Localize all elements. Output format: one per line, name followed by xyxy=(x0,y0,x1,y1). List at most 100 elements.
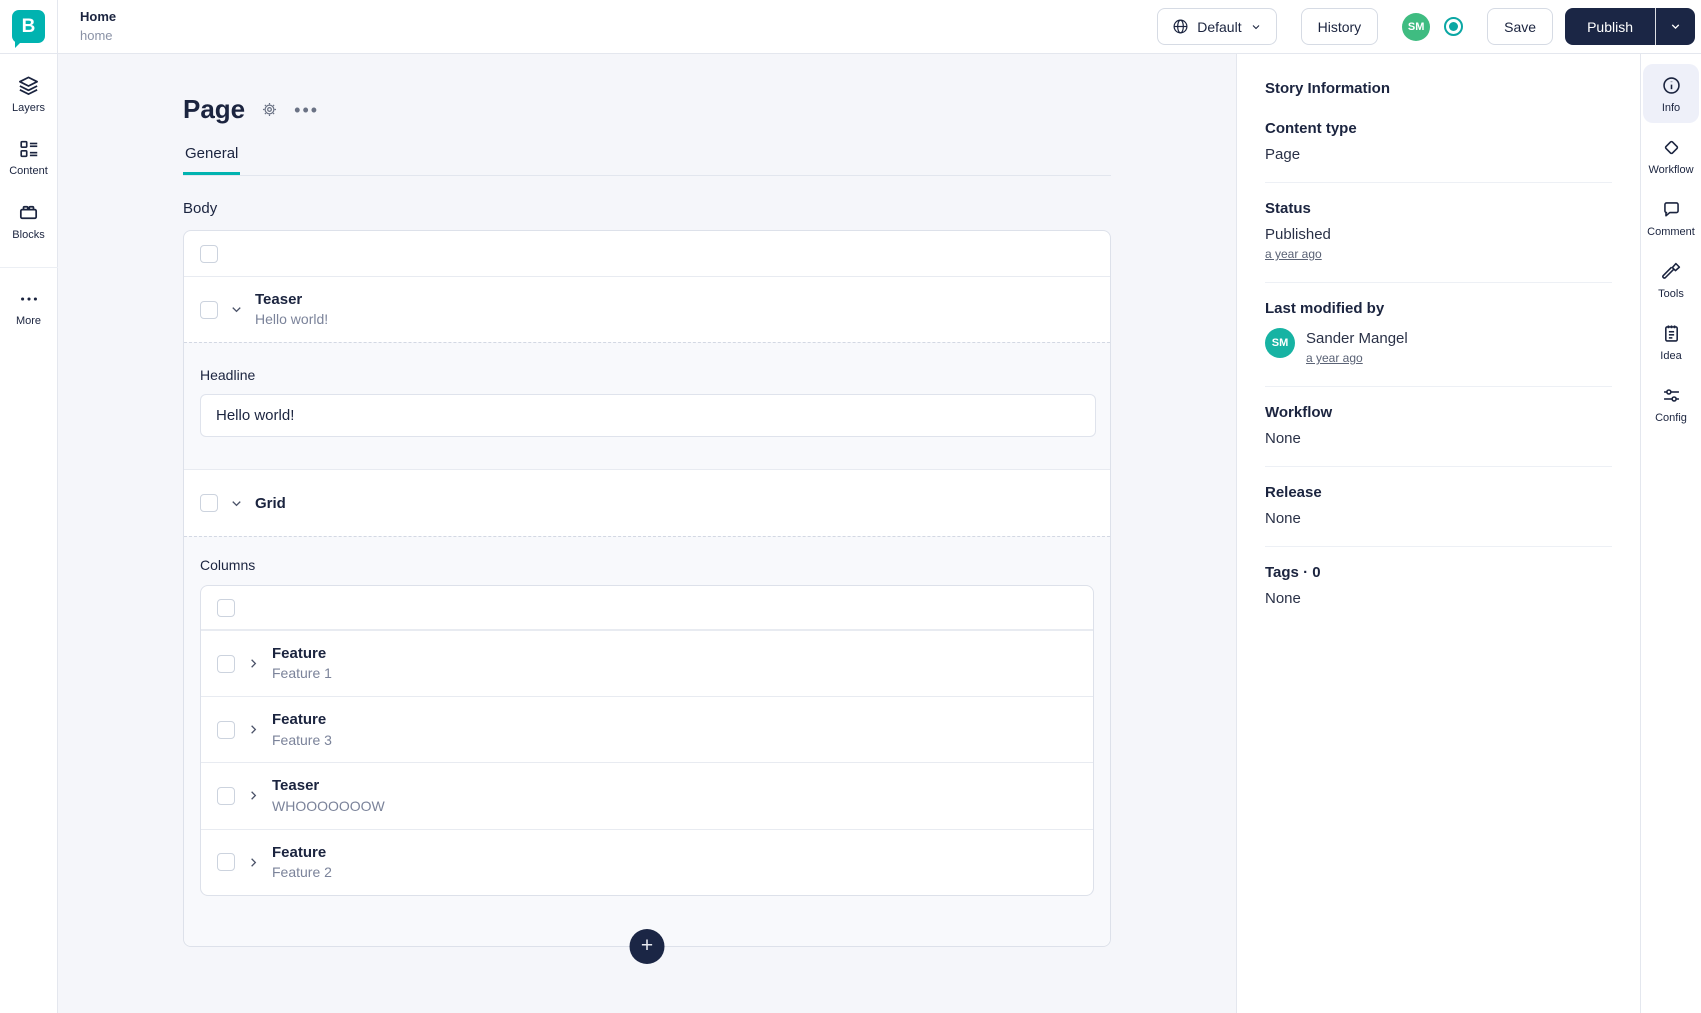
idea-icon xyxy=(1661,323,1682,344)
sidebar-item-layers[interactable]: Layers xyxy=(12,74,45,114)
globe-icon xyxy=(1172,18,1189,35)
rail-label: Comment xyxy=(1647,226,1695,238)
logo-zone: B xyxy=(0,0,58,54)
rail-tab-tools[interactable]: Tools xyxy=(1643,250,1699,309)
block-name: Teaser xyxy=(255,291,303,308)
topbar-actions: Default History SM Save Publish xyxy=(1157,8,1701,45)
history-button[interactable]: History xyxy=(1300,8,1379,45)
modified-user-name: Sander Mangel xyxy=(1306,330,1408,347)
block-row-grid[interactable]: Grid xyxy=(184,469,1110,536)
workflow-label: Workflow xyxy=(1265,404,1333,421)
grid-expanded-section: Columns Feature Feature 1 Feature Featur… xyxy=(184,536,1110,946)
publish-button[interactable]: Publish xyxy=(1565,8,1655,45)
editor-tabs: General xyxy=(183,145,1111,176)
rail-divider xyxy=(0,267,58,268)
headline-input[interactable] xyxy=(200,394,1096,438)
publish-options-button[interactable] xyxy=(1655,8,1695,45)
chevron-right-icon[interactable] xyxy=(246,788,261,803)
tab-general[interactable]: General xyxy=(183,145,241,175)
rail-label: Idea xyxy=(1660,350,1682,362)
rail-tab-workflow[interactable]: Workflow xyxy=(1643,126,1699,185)
rail-label: Config xyxy=(1655,412,1687,424)
rail-label: Tools xyxy=(1658,288,1684,300)
chevron-down-icon[interactable] xyxy=(229,496,244,511)
block-checkbox[interactable] xyxy=(217,720,235,739)
columns-field-label: Columns xyxy=(200,557,256,574)
select-all-checkbox[interactable] xyxy=(200,244,218,263)
editor-area: Page ••• General Body Teaser Hello world… xyxy=(58,54,1236,1013)
sidebar-item-blocks[interactable]: Blocks xyxy=(12,201,45,241)
status-time-link[interactable]: a year ago xyxy=(1265,247,1322,261)
tags-value: None xyxy=(1265,590,1301,607)
block-checkbox[interactable] xyxy=(217,654,235,673)
select-all-checkbox[interactable] xyxy=(217,598,235,617)
block-checkbox[interactable] xyxy=(200,494,218,513)
block-row-teaser[interactable]: Teaser Hello world! xyxy=(184,277,1110,342)
save-button[interactable]: Save xyxy=(1487,8,1554,45)
columns-blocks-card: Feature Feature 1 Feature Feature 3 Teas… xyxy=(200,585,1094,896)
left-navigation-rail: Layers Content Blocks More xyxy=(0,54,58,1013)
select-all-row xyxy=(184,231,1110,277)
chevron-right-icon[interactable] xyxy=(246,722,261,737)
chevron-right-icon[interactable] xyxy=(246,656,261,671)
headline-field-label: Headline xyxy=(200,367,256,384)
teaser-expanded-section: Headline xyxy=(184,342,1110,470)
status-label: Status xyxy=(1265,200,1311,217)
chevron-down-icon[interactable] xyxy=(229,302,244,317)
presence-indicator-icon[interactable] xyxy=(1444,17,1464,36)
story-information-panel: Story Information Content type Page Stat… xyxy=(1236,54,1640,1013)
add-block-button[interactable]: + xyxy=(629,928,665,964)
release-section: Release None xyxy=(1265,467,1612,547)
modified-user-avatar: SM xyxy=(1265,328,1295,358)
tags-section: Tags · 0 None xyxy=(1265,547,1612,626)
status-value: Published xyxy=(1265,226,1331,243)
rail-tab-info[interactable]: Info xyxy=(1643,64,1699,123)
sidebar-item-content[interactable]: Content xyxy=(9,138,48,177)
block-checkbox[interactable] xyxy=(200,300,218,319)
blocks-icon xyxy=(17,201,40,224)
content-icon xyxy=(18,138,40,160)
release-label: Release xyxy=(1265,484,1322,501)
settings-gear-icon[interactable] xyxy=(261,101,278,118)
sidebar-item-more[interactable]: More xyxy=(16,288,41,327)
block-preview: Feature 2 xyxy=(272,863,332,880)
right-tool-rail: Info Workflow Comment Tools Idea Config xyxy=(1640,54,1701,1013)
rail-tab-config[interactable]: Config xyxy=(1643,374,1699,433)
rail-tab-comment[interactable]: Comment xyxy=(1643,188,1699,247)
block-checkbox[interactable] xyxy=(217,786,235,805)
block-name: Feature xyxy=(272,843,327,861)
user-avatar[interactable]: SM xyxy=(1402,12,1431,41)
more-options-icon[interactable]: ••• xyxy=(294,101,319,119)
storyblok-logo-icon[interactable]: B xyxy=(12,10,45,43)
publish-split-button: Publish xyxy=(1565,8,1695,45)
last-modified-label: Last modified by xyxy=(1265,300,1385,317)
config-icon xyxy=(1661,385,1682,406)
comment-icon xyxy=(1661,199,1682,220)
language-selector[interactable]: Default xyxy=(1157,8,1277,45)
block-row-feature-3[interactable]: Feature Feature 3 xyxy=(201,696,1093,762)
breadcrumb-title: Home xyxy=(80,8,117,24)
info-icon xyxy=(1661,75,1682,96)
modified-time-link[interactable]: a year ago xyxy=(1306,351,1363,365)
language-label: Default xyxy=(1197,18,1242,35)
body-blocks-card: Teaser Hello world! Headline Grid Column… xyxy=(183,230,1111,964)
block-row-feature-2[interactable]: Feature Feature 2 xyxy=(201,828,1093,895)
block-checkbox[interactable] xyxy=(217,853,235,872)
breadcrumb-slug: home xyxy=(80,27,113,43)
rail-label: Content xyxy=(9,165,48,177)
top-bar: B Home home Default History SM Save Publ… xyxy=(0,0,1701,54)
breadcrumb: Home home xyxy=(80,8,116,46)
last-modified-section: Last modified by SM Sander Mangel a year… xyxy=(1265,283,1612,387)
workflow-value: None xyxy=(1265,430,1301,447)
workflow-section: Workflow None xyxy=(1265,387,1612,467)
block-preview: Hello world! xyxy=(255,311,329,328)
content-type-value: Page xyxy=(1265,146,1301,163)
status-section: Status Published a year ago xyxy=(1265,183,1612,283)
block-name: Teaser xyxy=(272,777,320,795)
block-name: Feature xyxy=(272,711,327,729)
rail-tab-idea[interactable]: Idea xyxy=(1643,312,1699,371)
chevron-right-icon[interactable] xyxy=(246,855,261,870)
block-row-feature-1[interactable]: Feature Feature 1 xyxy=(201,630,1093,696)
block-row-teaser-whoooooow[interactable]: Teaser WHOOOOOOOW xyxy=(201,762,1093,828)
save-label: Save xyxy=(1504,18,1537,35)
